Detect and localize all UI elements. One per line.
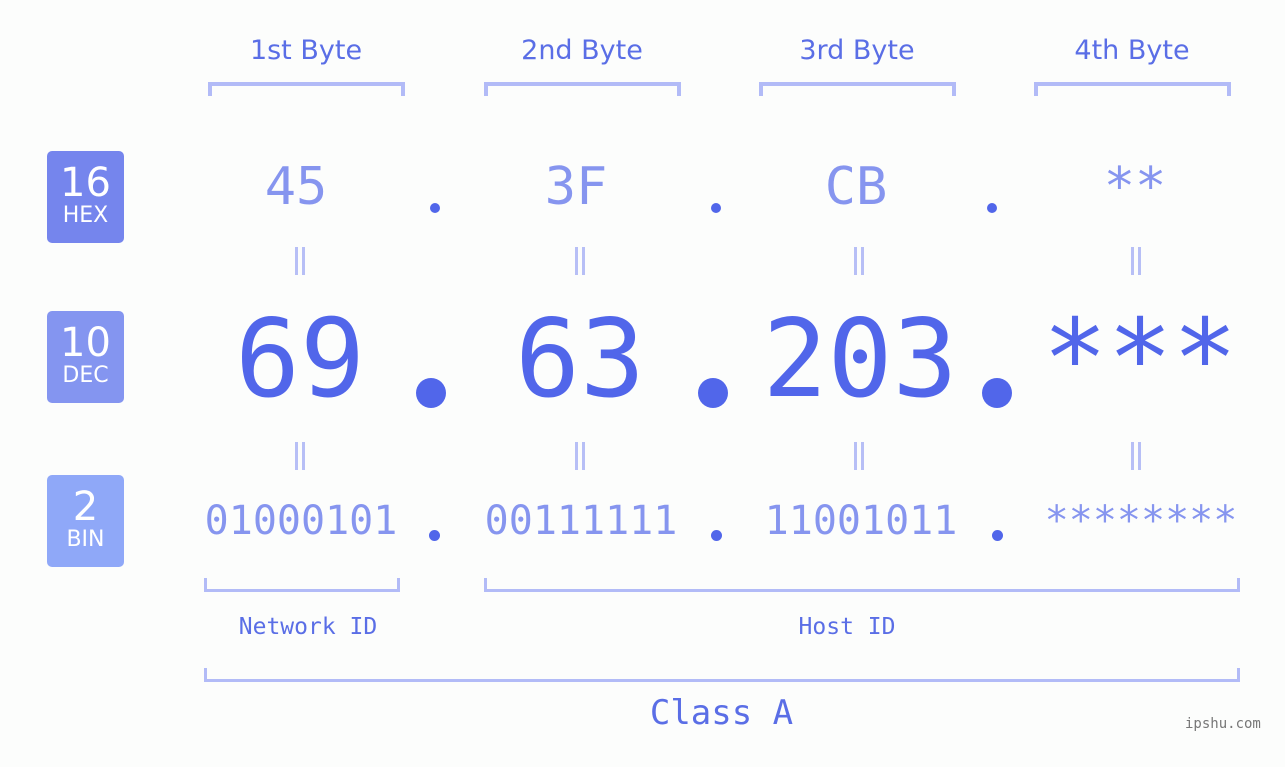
bin-value-1: 01000101 [204,498,398,544]
equals-icon [1126,247,1146,275]
dec-base-label: DEC [62,363,109,388]
hex-base-number: 16 [60,160,111,206]
bin-separator-dot-1 [429,530,440,541]
byte-bracket-3 [759,82,956,96]
equals-icon [1126,442,1146,470]
dec-value-3: 203 [762,297,958,422]
equals-icon [290,442,310,470]
byte-bracket-1 [208,82,405,96]
hex-separator-dot-3 [987,203,997,213]
equals-icon [849,247,869,275]
dec-separator-dot-2 [698,378,728,408]
hex-value-2: 3F [544,157,608,217]
dec-value-1: 69 [234,297,366,422]
host-id-bracket [484,578,1240,592]
bin-badge: 2 BIN [47,475,124,567]
class-bracket [204,668,1240,682]
equals-icon [570,247,590,275]
byte-bracket-2 [484,82,681,96]
hex-value-3: CB [824,157,888,217]
hex-value-4: ** [1103,157,1167,217]
dec-badge: 10 DEC [47,311,124,403]
host-id-label: Host ID [798,614,896,640]
equals-icon [290,247,310,275]
byte-bracket-4 [1034,82,1231,96]
class-label: Class A [649,693,794,733]
bin-value-4: ******** [1044,498,1238,544]
hex-base-label: HEX [62,203,109,228]
dec-value-4: *** [1042,297,1238,422]
bin-separator-dot-3 [992,530,1003,541]
bin-value-3: 11001011 [764,498,958,544]
bin-base-number: 2 [72,484,99,530]
hex-value-1: 45 [264,157,328,217]
dec-separator-dot-3 [982,378,1012,408]
network-id-label: Network ID [238,614,378,640]
equals-icon [570,442,590,470]
dec-value-2: 63 [514,297,646,422]
bin-value-2: 00111111 [484,498,678,544]
bin-separator-dot-2 [711,530,722,541]
byte-header-1: 1st Byte [249,35,363,66]
hex-badge: 16 HEX [47,151,124,243]
equals-icon [849,442,869,470]
network-id-bracket [204,578,400,592]
byte-header-3: 3rd Byte [799,35,915,66]
bin-base-label: BIN [66,527,105,552]
byte-header-4: 4th Byte [1074,35,1190,66]
byte-header-2: 2nd Byte [521,35,643,66]
hex-separator-dot-2 [711,203,721,213]
watermark: ipshu.com [1185,716,1261,732]
dec-base-number: 10 [60,320,111,366]
hex-separator-dot-1 [430,203,440,213]
dec-separator-dot-1 [416,378,446,408]
